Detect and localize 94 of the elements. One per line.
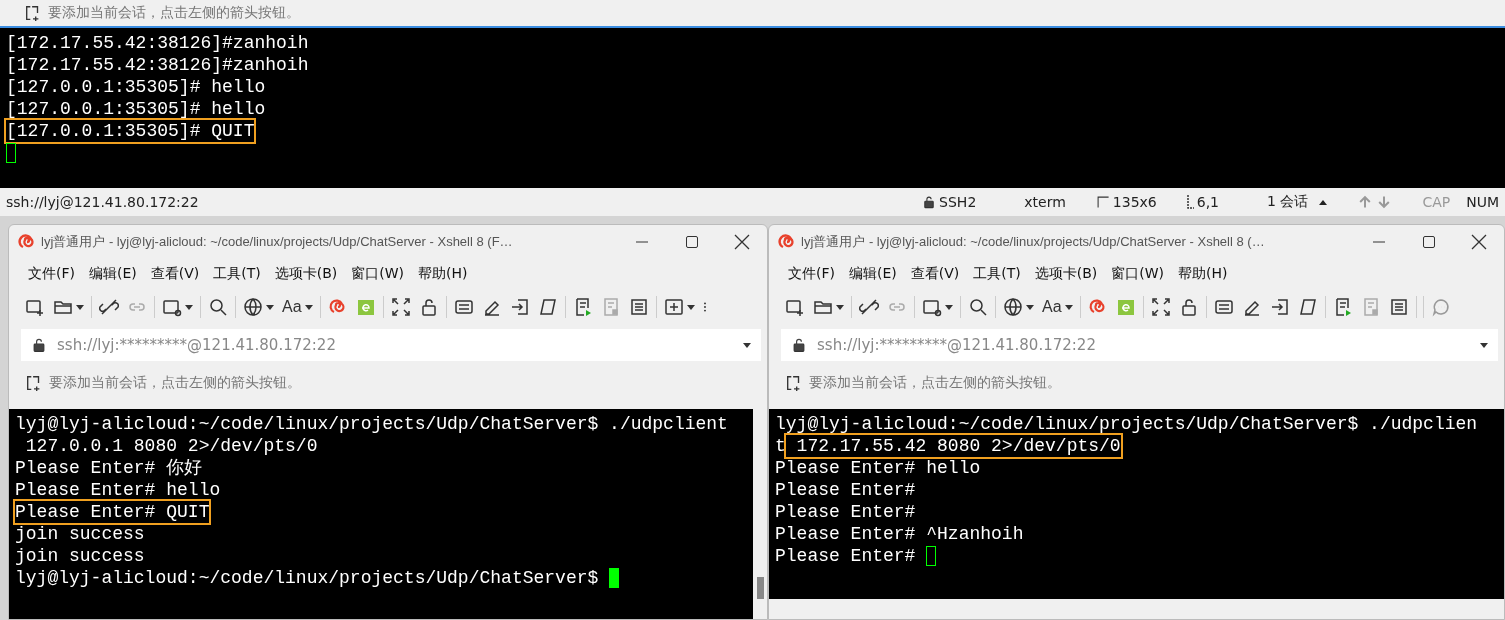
- caret-icon[interactable]: [76, 304, 84, 310]
- status-address: ssh://lyj@121.41.80.172:22: [6, 194, 199, 210]
- terminal-text: Please Enter# QUIT: [15, 501, 210, 523]
- search-icon[interactable]: [968, 297, 988, 317]
- font-button[interactable]: Aa: [1038, 292, 1077, 322]
- terminal-text: [127.0.0.1:35305]# hello: [6, 76, 266, 98]
- caps-lock-indicator: CAP: [1422, 194, 1451, 210]
- terminal-text: Please Enter#: [775, 501, 916, 523]
- terminal-text: [172.17.55.42:38126]#zanhoih: [6, 54, 309, 76]
- menu-item[interactable]: 编辑(E): [842, 261, 904, 287]
- file-list-icon[interactable]: [1388, 297, 1409, 317]
- keyboard-icon[interactable]: [1213, 297, 1234, 317]
- menu-item[interactable]: 编辑(E): [82, 261, 144, 287]
- caret-icon[interactable]: [1480, 342, 1488, 348]
- protocol-text: SSH2: [939, 194, 977, 210]
- terminal-text: lyj@lyj-alicloud:~/code/linux/projects/Udp/ChatServer$ ./udpclien: [775, 413, 1478, 435]
- enter-icon[interactable]: [1269, 297, 1290, 317]
- terminal-text: [127.0.0.1:35305]# QUIT: [6, 120, 255, 142]
- terminal-text: [127.0.0.1:35305]# hello: [6, 98, 266, 120]
- menu-item[interactable]: 帮助(H): [1171, 261, 1235, 287]
- menu-item[interactable]: 查看(V): [143, 261, 207, 287]
- font-button[interactable]: Aa: [278, 292, 317, 322]
- globe-icon[interactable]: [1003, 297, 1023, 317]
- maximize-icon[interactable]: [1422, 235, 1436, 249]
- menu-item[interactable]: 文件(F): [21, 261, 82, 287]
- caret-icon[interactable]: [743, 342, 751, 348]
- address-field[interactable]: ssh://lyj:*********@121.41.80.172:22: [781, 329, 1498, 361]
- num-lock-indicator: NUM: [1466, 194, 1499, 210]
- size-icon: [1095, 195, 1110, 209]
- caret-icon[interactable]: [266, 304, 274, 310]
- sessions-text[interactable]: 1 会话: [1267, 193, 1309, 211]
- hint-text: 要添加当前会话，点击左侧的箭头按钮。: [48, 4, 300, 22]
- keyboard-icon[interactable]: [453, 297, 474, 317]
- terminal-text: Please Enter# ^Hzanhoih: [775, 523, 1024, 545]
- file-list-icon[interactable]: [628, 297, 649, 317]
- lock-icon: [922, 195, 937, 209]
- search-icon[interactable]: [208, 297, 228, 317]
- lock-icon: [791, 337, 807, 353]
- caret-icon[interactable]: [945, 304, 953, 310]
- menu-item[interactable]: 工具(T): [206, 261, 268, 287]
- menu-item[interactable]: 窗口(W): [344, 261, 412, 287]
- size-text: 135x6: [1112, 194, 1157, 210]
- caret-icon[interactable]: [686, 304, 695, 310]
- fullscreen-icon[interactable]: [390, 297, 411, 317]
- window-title: lyj普通用户 - lyj@lyj-alicloud: ~/code/linux/projects/Udp/ChatServer - Xshell 8 (F…: [41, 233, 514, 251]
- terminal-text: join success: [15, 523, 145, 545]
- close-icon[interactable]: [734, 234, 750, 250]
- caret-icon[interactable]: [1064, 304, 1073, 310]
- terminal-text: Please Enter#: [775, 479, 916, 501]
- unlink-icon[interactable]: [859, 297, 879, 317]
- menu-item[interactable]: 选项卡(B): [1027, 261, 1105, 287]
- folder-plus-icon[interactable]: [663, 297, 684, 317]
- position-text: 6,1: [1196, 194, 1220, 210]
- terminal-text: 127.0.0.1 8080 2>/dev/pts/0: [24, 435, 318, 457]
- unlink-icon[interactable]: [99, 297, 119, 317]
- terminal-text: Please Enter# hello: [15, 479, 221, 501]
- menu-item[interactable]: 文件(F): [781, 261, 842, 287]
- address-field[interactable]: ssh://lyj:*********@121.41.80.172:22: [21, 329, 761, 361]
- caret-icon[interactable]: [304, 304, 313, 310]
- menu-item[interactable]: 选项卡(B): [267, 261, 345, 287]
- menu-item[interactable]: 工具(T): [966, 261, 1028, 287]
- new-session-icon[interactable]: [25, 297, 45, 317]
- script-icon[interactable]: [1297, 297, 1318, 317]
- screen-gear-icon[interactable]: [162, 297, 182, 317]
- maximize-icon[interactable]: [685, 235, 699, 249]
- terminal-text: Please Enter# 你好: [15, 457, 203, 479]
- caret-icon[interactable]: [836, 304, 844, 310]
- terminal-text: t: [775, 435, 786, 457]
- globe-icon[interactable]: [243, 297, 263, 317]
- new-session-icon[interactable]: [785, 297, 805, 317]
- terminal-text: 172.17.55.42 8080 2>/dev/pts/0: [785, 435, 1121, 457]
- terminal-text: Please Enter#: [775, 545, 917, 567]
- window-title: lyj普通用户 - lyj@lyj-alicloud: ~/code/linux/projects/Udp/ChatServer - Xshell 8 (…: [801, 233, 1266, 251]
- fullscreen-icon[interactable]: [1150, 297, 1171, 317]
- caret-icon[interactable]: [185, 304, 193, 310]
- enter-icon[interactable]: [509, 297, 530, 317]
- close-icon[interactable]: [1471, 234, 1487, 250]
- hint-text: 要添加当前会话，点击左侧的箭头按钮。: [809, 374, 1061, 392]
- menu-item[interactable]: 帮助(H): [411, 261, 475, 287]
- position-icon: [1186, 195, 1194, 209]
- lock-icon: [31, 337, 47, 353]
- terminal-text: lyj@lyj-alicloud:~/code/linux/projects/Udp/ChatServer$ ./udpclient: [15, 413, 728, 435]
- menu-item[interactable]: 查看(V): [903, 261, 967, 287]
- hint-text: 要添加当前会话，点击左侧的箭头按钮。: [49, 374, 301, 392]
- screen-gear-icon[interactable]: [922, 297, 942, 317]
- terminal-text: [172.17.55.42:38126]#zanhoih: [6, 32, 309, 54]
- script-icon[interactable]: [537, 297, 558, 317]
- menu-item[interactable]: 窗口(W): [1104, 261, 1172, 287]
- caret-icon[interactable]: [1026, 304, 1034, 310]
- terminal-type: xterm: [1024, 194, 1066, 210]
- terminal-text: lyj@lyj-alicloud:~/code/linux/projects/Udp/ChatServer$: [15, 567, 600, 589]
- caret-up-icon[interactable]: [1319, 199, 1328, 205]
- terminal-text: join success: [15, 545, 145, 567]
- terminal-text: Please Enter# hello: [775, 457, 981, 479]
